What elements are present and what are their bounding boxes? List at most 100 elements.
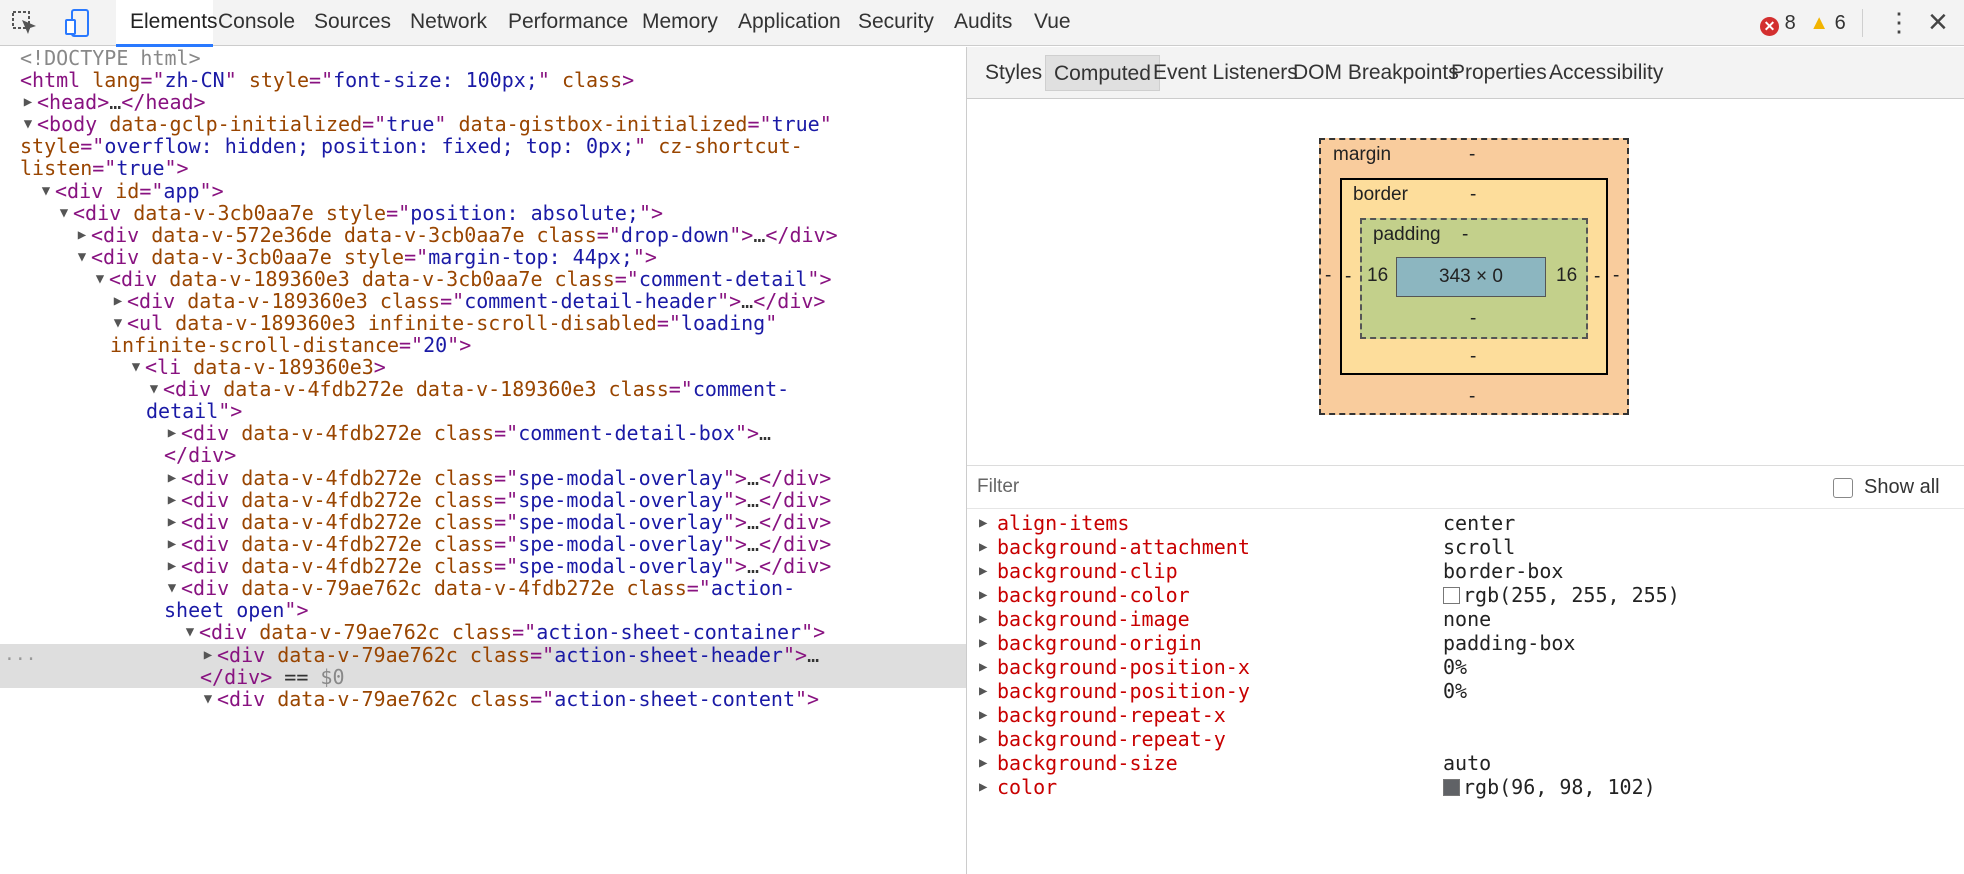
expand-triangle-icon[interactable]: ▶ — [20, 91, 36, 113]
dom-node-line[interactable]: ▶ <div data-v-189360e3 class="comment-det… — [0, 290, 966, 312]
dom-node-line[interactable]: ▼ <div data-v-3cb0aa7e style="position: a… — [0, 202, 966, 224]
box-model-padding[interactable]: padding - - 16 16 343 × 0 — [1360, 218, 1588, 339]
dom-node-line[interactable]: ▼ <div data-v-79ae762c data-v-4fdb272e cl… — [0, 577, 966, 599]
collapse-triangle-icon[interactable]: ▼ — [56, 202, 72, 224]
expand-triangle-icon[interactable]: ▶ — [979, 559, 987, 583]
expand-triangle-icon[interactable]: ▶ — [164, 467, 180, 489]
expand-triangle-icon[interactable]: ▶ — [200, 644, 216, 666]
dom-node-line[interactable]: style="overflow: hidden; position: fixed… — [0, 135, 966, 157]
tab-properties[interactable]: Properties — [1443, 55, 1555, 91]
expand-triangle-icon[interactable]: ▶ — [74, 224, 90, 246]
dom-node-line[interactable]: ▼ <ul data-v-189360e3 infinite-scroll-dis… — [0, 312, 966, 334]
dom-node-line[interactable]: ▼ <li data-v-189360e3> — [0, 356, 966, 378]
expand-triangle-icon[interactable]: ▶ — [979, 607, 987, 631]
collapse-triangle-icon[interactable]: ▼ — [38, 180, 54, 202]
tab-elements[interactable]: Elements — [116, 0, 218, 47]
selected-node-marker[interactable]: ... — [4, 644, 37, 666]
tab-audits[interactable]: Audits — [954, 0, 1012, 46]
dom-node-line[interactable]: ▼ <div data-v-79ae762c class="action-shee… — [0, 621, 966, 643]
tab-network[interactable]: Network — [410, 0, 487, 46]
tab-security[interactable]: Security — [858, 0, 934, 46]
computed-property-row[interactable]: ▶ background-image none — [967, 607, 1964, 631]
dom-node-line[interactable]: ▼ <div data-v-79ae762c class="action-shee… — [0, 688, 966, 710]
collapse-triangle-icon[interactable]: ▼ — [146, 378, 162, 400]
dom-node-line[interactable]: listen="true"> — [0, 157, 966, 179]
computed-property-row[interactable]: ▶ background-color rgb(255, 255, 255) — [967, 583, 1964, 607]
tab-application[interactable]: Application — [738, 0, 841, 46]
filter-input[interactable]: Filter — [977, 476, 1019, 498]
dom-node-line[interactable]: ▶ <div data-v-572e36de data-v-3cb0aa7e cl… — [0, 224, 966, 246]
tab-vue[interactable]: Vue — [1034, 0, 1071, 46]
dom-node-line[interactable]: <html lang="zh-CN" style="font-size: 100… — [0, 69, 966, 91]
dom-node-line[interactable]: ▼ <div data-v-4fdb272e data-v-189360e3 cl… — [0, 378, 966, 400]
issues-counter[interactable]: ✕ 8 ▲ 6 — [1760, 8, 1846, 38]
tab-console[interactable]: Console — [218, 0, 295, 46]
tab-dom-breakpoints[interactable]: DOM Breakpoints — [1285, 55, 1467, 91]
more-options-icon[interactable]: ⋮ — [1886, 7, 1912, 37]
tab-sources[interactable]: Sources — [314, 0, 391, 46]
computed-property-row[interactable]: ▶ background-position-y 0% — [967, 679, 1964, 703]
box-model-border[interactable]: border - - - - padding - - 16 16 343 × 0 — [1340, 178, 1608, 375]
collapse-triangle-icon[interactable]: ▼ — [20, 113, 36, 135]
collapse-triangle-icon[interactable]: ▼ — [128, 356, 144, 378]
tab-computed[interactable]: Computed — [1045, 55, 1160, 91]
dom-node-line[interactable]: ▼ <body data-gclp-initialized="true" data… — [0, 113, 966, 135]
dom-node-line[interactable]: ▶ <div data-v-4fdb272e class="spe-modal-o… — [0, 511, 966, 533]
dom-node-line[interactable]: sheet open"> — [0, 599, 966, 621]
dom-node-line[interactable]: ▶ <head>…</head> — [0, 91, 966, 113]
expand-triangle-icon[interactable]: ▶ — [164, 555, 180, 577]
dom-node-line[interactable]: </div> — [0, 444, 966, 466]
tab-accessibility[interactable]: Accessibility — [1541, 55, 1671, 91]
collapse-triangle-icon[interactable]: ▼ — [200, 688, 216, 710]
collapse-triangle-icon[interactable]: ▼ — [92, 268, 108, 290]
show-all-checkbox[interactable] — [1833, 478, 1853, 498]
computed-property-row[interactable]: ▶ background-size auto — [967, 751, 1964, 775]
tab-event-listeners[interactable]: Event Listeners — [1145, 55, 1306, 91]
dom-node-line[interactable]: ▼ <div data-v-189360e3 data-v-3cb0aa7e cl… — [0, 268, 966, 290]
expand-triangle-icon[interactable]: ▶ — [164, 489, 180, 511]
computed-property-row[interactable]: ▶ background-repeat-y — [967, 727, 1964, 751]
expand-triangle-icon[interactable]: ▶ — [979, 727, 987, 751]
box-model-content[interactable]: 343 × 0 — [1396, 257, 1546, 297]
device-toolbar-icon[interactable] — [64, 8, 94, 38]
dom-node-line[interactable]: ▶ <div data-v-79ae762c class="action-shee… — [0, 644, 966, 666]
dom-node-line[interactable]: <!DOCTYPE html> — [0, 47, 966, 69]
collapse-triangle-icon[interactable]: ▼ — [182, 621, 198, 643]
tab-performance[interactable]: Performance — [508, 0, 628, 46]
close-icon[interactable]: × — [1928, 4, 1948, 40]
tab-memory[interactable]: Memory — [642, 0, 718, 46]
expand-triangle-icon[interactable]: ▶ — [979, 751, 987, 775]
collapse-triangle-icon[interactable]: ▼ — [110, 312, 126, 334]
expand-triangle-icon[interactable]: ▶ — [979, 631, 987, 655]
computed-property-row[interactable]: ▶ background-attachment scroll — [967, 535, 1964, 559]
dom-node-line[interactable]: ▼ <div id="app"> — [0, 180, 966, 202]
inspect-element-icon[interactable] — [10, 8, 40, 38]
dom-node-line[interactable]: detail"> — [0, 400, 966, 422]
dom-node-line[interactable]: ▶ <div data-v-4fdb272e class="spe-modal-o… — [0, 533, 966, 555]
collapse-triangle-icon[interactable]: ▼ — [164, 577, 180, 599]
expand-triangle-icon[interactable]: ▶ — [979, 655, 987, 679]
computed-property-row[interactable]: ▶ background-repeat-x — [967, 703, 1964, 727]
expand-triangle-icon[interactable]: ▶ — [164, 533, 180, 555]
expand-triangle-icon[interactable]: ▶ — [979, 583, 987, 607]
box-model-margin[interactable]: margin - - - - border - - - - padding - … — [1319, 138, 1629, 415]
dom-node-line[interactable]: infinite-scroll-distance="20"> — [0, 334, 966, 356]
computed-property-row[interactable]: ▶ align-items center — [967, 511, 1964, 535]
collapse-triangle-icon[interactable]: ▼ — [74, 246, 90, 268]
expand-triangle-icon[interactable]: ▶ — [110, 290, 126, 312]
dom-node-line[interactable]: ▼ <div data-v-3cb0aa7e style="margin-top:… — [0, 246, 966, 268]
dom-node-line[interactable]: ▶ <div data-v-4fdb272e class="spe-modal-o… — [0, 467, 966, 489]
expand-triangle-icon[interactable]: ▶ — [164, 511, 180, 533]
computed-property-row[interactable]: ▶ background-origin padding-box — [967, 631, 1964, 655]
expand-triangle-icon[interactable]: ▶ — [164, 422, 180, 444]
dom-node-line[interactable]: ▶ <div data-v-4fdb272e class="spe-modal-o… — [0, 555, 966, 577]
expand-triangle-icon[interactable]: ▶ — [979, 535, 987, 559]
computed-property-row[interactable]: ▶ background-clip border-box — [967, 559, 1964, 583]
expand-triangle-icon[interactable]: ▶ — [979, 703, 987, 727]
computed-property-row[interactable]: ▶ color rgb(96, 98, 102) — [967, 775, 1964, 799]
expand-triangle-icon[interactable]: ▶ — [979, 511, 987, 535]
computed-property-row[interactable]: ▶ background-position-x 0% — [967, 655, 1964, 679]
dom-node-line[interactable]: ▶ <div data-v-4fdb272e class="comment-det… — [0, 422, 966, 444]
color-swatch-icon[interactable] — [1443, 587, 1460, 604]
expand-triangle-icon[interactable]: ▶ — [979, 775, 987, 799]
